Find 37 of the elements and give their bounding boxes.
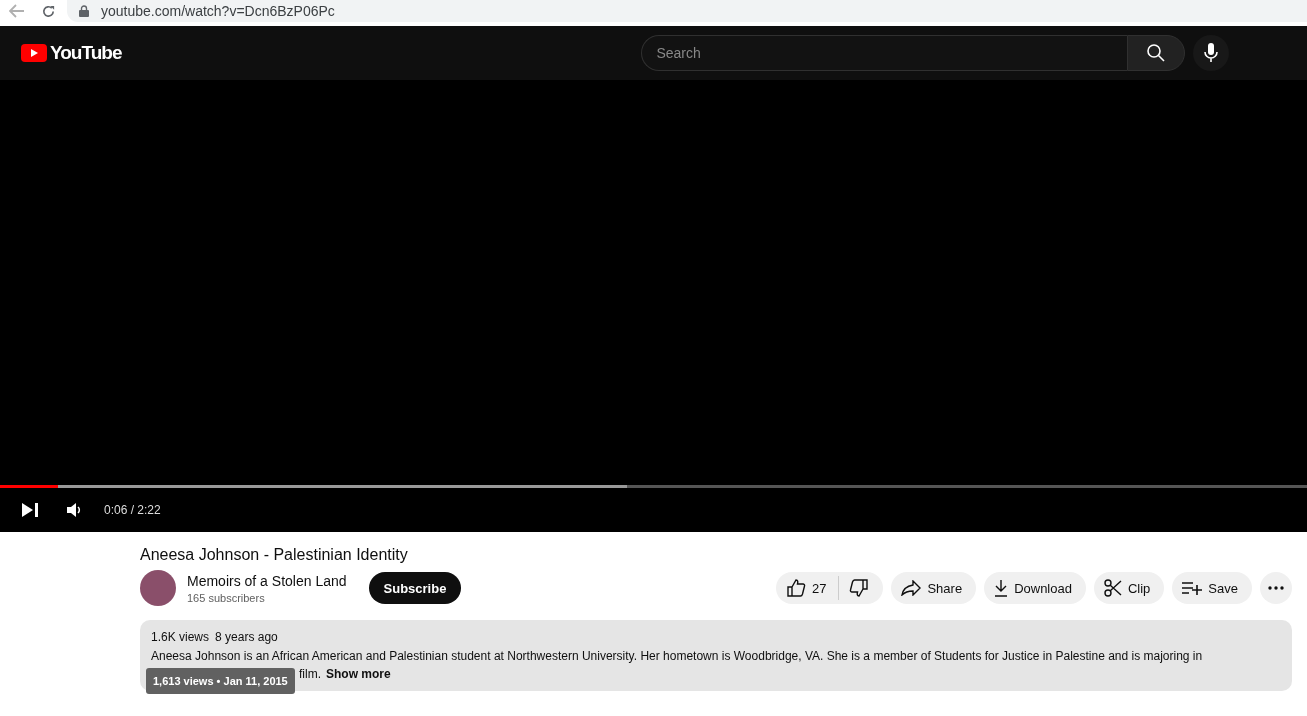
share-button[interactable]: Share: [891, 572, 977, 604]
tooltip: 1,613 views • Jan 11, 2015: [146, 668, 295, 694]
lock-icon: [79, 5, 89, 17]
show-more-link[interactable]: Show more: [326, 665, 391, 683]
share-arrow-icon: [901, 580, 922, 596]
microphone-icon: [1204, 43, 1219, 63]
subscribe-button[interactable]: Subscribe: [368, 572, 462, 604]
address-bar[interactable]: youtube.com/watch?v=Dcn6BzP06Pc: [67, 0, 1307, 22]
download-icon: [994, 579, 1009, 597]
more-button[interactable]: [1260, 572, 1292, 604]
download-button[interactable]: Download: [984, 572, 1086, 604]
scissors-icon: [1103, 579, 1122, 597]
microphone-button[interactable]: [1193, 35, 1230, 71]
thumbs-down-icon: [849, 578, 870, 598]
channel-name[interactable]: Memoirs of a Stolen Land: [187, 572, 347, 589]
description-box[interactable]: [140, 620, 1292, 691]
volume-icon: [67, 503, 81, 517]
description-text: film.: [299, 666, 321, 683]
reload-icon: [40, 3, 56, 19]
search-icon: [1146, 43, 1167, 63]
channel-avatar[interactable]: [140, 570, 176, 606]
more-dots-icon: [1268, 586, 1284, 590]
thumbs-up-icon: [785, 578, 806, 598]
back-arrow-icon: [8, 4, 25, 18]
subscriber-count: 165 subscribers: [187, 591, 266, 604]
next-icon: [21, 502, 39, 518]
search-button[interactable]: [1127, 35, 1186, 71]
upload-age: 8 years ago: [215, 630, 278, 644]
youtube-logo[interactable]: YouTube: [21, 42, 122, 64]
add-to-list-icon: [1182, 581, 1203, 595]
view-count: 1.6K views: [151, 630, 210, 644]
time-display: 0:06 / 2:22: [104, 503, 161, 517]
search-field[interactable]: Search: [641, 35, 1128, 71]
clip-button[interactable]: Clip: [1093, 572, 1165, 604]
save-button[interactable]: Save: [1172, 572, 1252, 604]
video-title: Aneesa Johnson - Palestinian Identity: [140, 546, 409, 564]
description-text: Aneesa Johnson is an African American and Palestinian student at Northwestern University. Her hometown is Woodbridge, VA. She is a member of Students for Justice in Palestine and is majoring in: [151, 648, 1204, 665]
